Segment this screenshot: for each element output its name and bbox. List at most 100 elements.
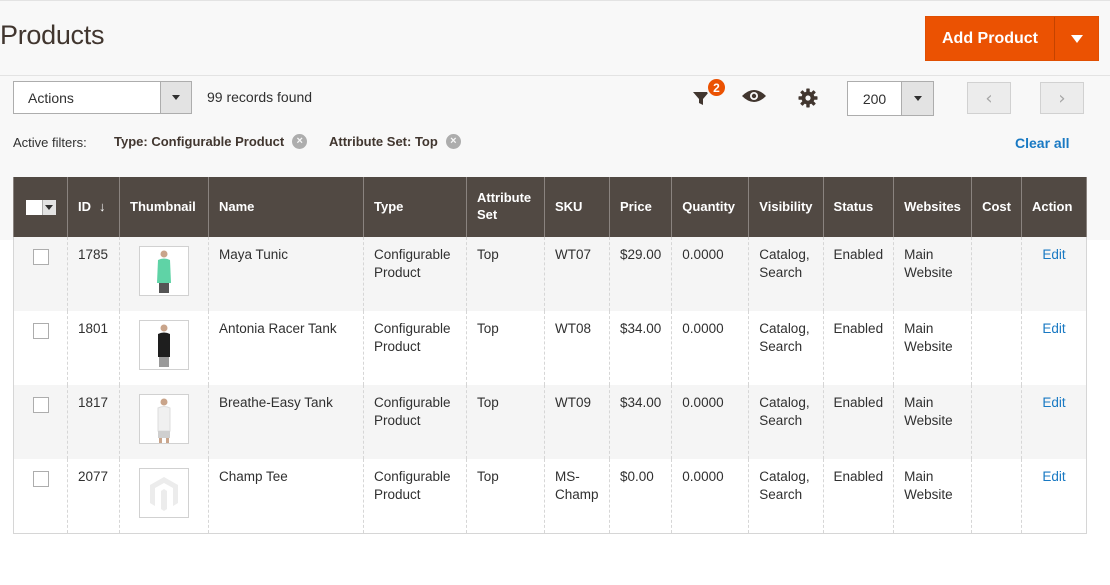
cell-cost — [971, 385, 1022, 459]
chevron-right-icon: › — [1058, 87, 1066, 109]
next-page-button[interactable]: › — [1040, 82, 1084, 114]
add-product-button-group: Add Product — [925, 16, 1099, 61]
cell-type: Configurable Product — [363, 459, 467, 534]
columns-button[interactable] — [741, 86, 767, 106]
column-header-attribute-set[interactable]: Attribute Set — [466, 177, 545, 237]
active-filters-label: Active filters: — [13, 135, 87, 150]
row-checkbox[interactable] — [32, 249, 49, 265]
products-grid: ID ↓ Thumbnail Name Type Attribute Set SK… — [13, 177, 1087, 534]
previous-page-button[interactable]: ‹ — [967, 82, 1011, 114]
column-header-name[interactable]: Name — [208, 177, 364, 237]
cell-websites: Main Website — [893, 385, 973, 459]
sort-descending-icon: ↓ — [99, 198, 106, 214]
cell-action: Edit — [1020, 385, 1087, 459]
per-page-toggle[interactable] — [901, 82, 933, 115]
grid-header-row: ID ↓ Thumbnail Name Type Attribute Set SK… — [13, 177, 1087, 237]
column-header-sku[interactable]: SKU — [544, 177, 610, 237]
remove-filter-icon[interactable]: × — [292, 134, 308, 149]
cell-cost — [971, 459, 1022, 534]
cell-attribute-set: Top — [466, 311, 545, 385]
column-header-thumbnail: Thumbnail — [119, 177, 209, 237]
column-header-select[interactable] — [13, 177, 68, 237]
edit-link[interactable]: Edit — [1032, 394, 1076, 412]
clear-all-filters-link[interactable]: Clear all — [1015, 135, 1069, 151]
cell-name: Champ Tee — [208, 459, 364, 534]
row-checkbox[interactable] — [32, 471, 49, 487]
cell-websites: Main Website — [893, 237, 973, 311]
cell-price: $29.00 — [608, 237, 673, 311]
column-header-cost[interactable]: Cost — [971, 177, 1022, 237]
product-thumbnail[interactable] — [139, 246, 189, 296]
table-row: 2077 Champ Tee Configurable Product Top … — [13, 459, 1087, 534]
column-header-visibility[interactable]: Visibility — [748, 177, 824, 237]
header-divider — [0, 75, 1110, 76]
cell-action: Edit — [1020, 237, 1087, 311]
cell-websites: Main Website — [893, 459, 973, 534]
cell-cost — [971, 311, 1022, 385]
black-tank-image — [158, 324, 170, 367]
column-header-action: Action — [1020, 177, 1087, 237]
edit-link[interactable]: Edit — [1032, 320, 1076, 338]
cell-visibility: Catalog, Search — [748, 385, 824, 459]
green-tank-image — [157, 250, 171, 293]
cell-status: Enabled — [822, 311, 895, 385]
row-checkbox[interactable] — [32, 323, 49, 339]
cell-name: Breathe-Easy Tank — [208, 385, 364, 459]
cell-visibility: Catalog, Search — [748, 237, 824, 311]
chevron-down-icon — [1070, 34, 1083, 43]
column-header-status[interactable]: Status — [822, 177, 895, 237]
filter-chip-label: Attribute Set: Top — [329, 134, 438, 149]
cell-visibility: Catalog, Search — [748, 459, 824, 534]
row-select-cell — [13, 311, 68, 385]
chevron-down-icon — [172, 95, 180, 100]
add-product-dropdown-toggle[interactable] — [1055, 17, 1098, 60]
row-select-cell — [13, 459, 68, 534]
column-header-type[interactable]: Type — [363, 177, 467, 237]
cell-websites: Main Website — [893, 311, 973, 385]
cell-id: 2077 — [67, 459, 120, 534]
settings-button[interactable] — [797, 87, 819, 109]
cell-action: Edit — [1020, 459, 1087, 534]
select-all-checkbox[interactable] — [25, 199, 42, 215]
product-thumbnail[interactable] — [139, 320, 189, 370]
cell-quantity: 0.0000 — [671, 385, 750, 459]
cell-quantity: 0.0000 — [671, 237, 750, 311]
cell-sku: WT08 — [544, 311, 610, 385]
cell-thumbnail — [119, 385, 209, 459]
select-options-toggle[interactable] — [41, 199, 56, 215]
cell-cost — [971, 237, 1022, 311]
row-checkbox[interactable] — [32, 397, 49, 413]
mass-actions-toggle[interactable] — [160, 82, 191, 113]
cell-thumbnail — [119, 237, 209, 311]
edit-link[interactable]: Edit — [1032, 246, 1076, 264]
table-row: 1801 Antonia Racer Tank Configurable Pro… — [13, 311, 1087, 385]
table-row: 1817 Breathe-Easy Tank Configurable Prod… — [13, 385, 1087, 459]
cell-status: Enabled — [822, 459, 895, 534]
cell-attribute-set: Top — [466, 459, 545, 534]
product-thumbnail[interactable] — [139, 394, 189, 444]
cell-quantity: 0.0000 — [671, 459, 750, 534]
per-page-select[interactable]: 200 — [847, 81, 934, 116]
remove-filter-icon[interactable]: × — [445, 134, 461, 149]
column-header-price[interactable]: Price — [608, 177, 673, 237]
eye-icon — [742, 90, 766, 102]
add-product-button[interactable]: Add Product — [926, 17, 1055, 60]
active-filter-type: Type: Configurable Product × — [114, 134, 308, 149]
row-select-cell — [13, 237, 68, 311]
chevron-left-icon: ‹ — [985, 87, 993, 109]
column-header-websites[interactable]: Websites — [893, 177, 973, 237]
edit-link[interactable]: Edit — [1032, 468, 1076, 486]
cell-visibility: Catalog, Search — [748, 311, 824, 385]
gear-icon — [798, 88, 818, 108]
mass-actions-select[interactable]: Actions — [13, 81, 192, 114]
product-thumbnail[interactable] — [139, 468, 189, 518]
column-header-quantity[interactable]: Quantity — [671, 177, 750, 237]
cell-type: Configurable Product — [363, 385, 467, 459]
cell-quantity: 0.0000 — [671, 311, 750, 385]
page-title: Products — [0, 20, 105, 50]
per-page-value: 200 — [862, 90, 887, 107]
active-filter-attribute-set: Attribute Set: Top × — [329, 134, 461, 149]
table-row: 1785 Maya Tunic Configurable Product Top… — [13, 237, 1087, 311]
column-header-id[interactable]: ID ↓ — [67, 177, 120, 237]
cell-attribute-set: Top — [466, 385, 545, 459]
